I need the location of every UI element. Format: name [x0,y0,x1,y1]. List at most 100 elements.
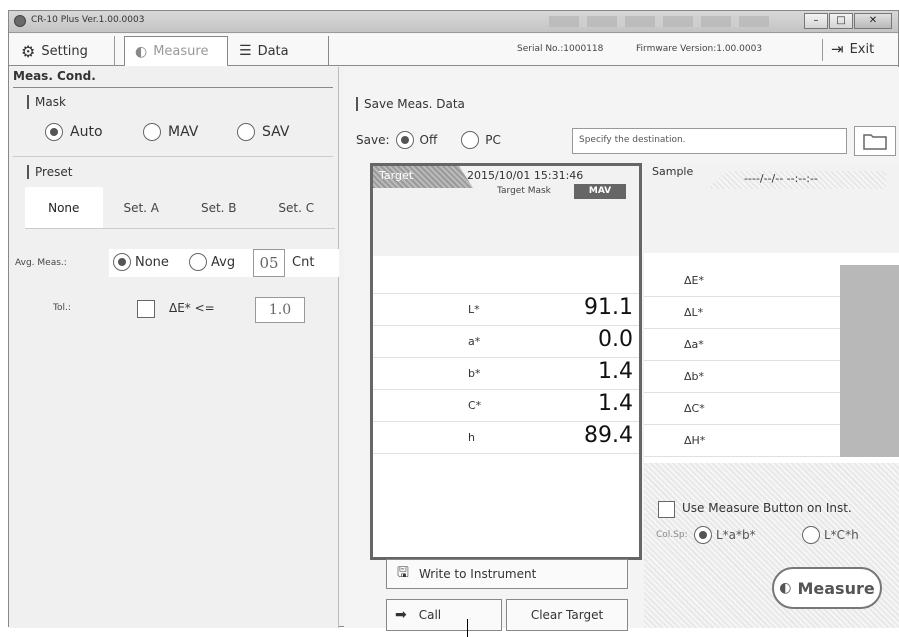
avg-avg-option[interactable]: Avg [189,253,235,271]
target-row-a: a* 0.0 [373,326,639,358]
destination-input[interactable]: Specify the destination. [572,128,847,154]
target-row-h: h 89.4 [373,422,639,454]
sample-row: ΔE* [644,265,899,297]
write-label: Write to Instrument [418,567,537,581]
radio-col-sp-lch[interactable] [802,526,820,544]
save-meas-title: Save Meas. Data [356,97,465,111]
sample-value-cell [840,393,899,425]
title-bar: CR-10 Plus Ver.1.00.0003 – □ ✕ [9,11,898,33]
tab-measure-label: Measure [153,44,209,59]
target-datetime: 2015/10/01 15:31:46 [467,169,584,182]
measure-icon: ◐ [779,580,792,596]
preset-tabs: None Set. A Set. B Set. C [25,187,335,229]
radio-save-pc[interactable] [461,131,480,149]
target-row-value: 1.4 [598,391,633,416]
mask-title: Mask [27,95,66,109]
avg-none-option[interactable]: None [113,253,169,271]
col-sp-lab-option[interactable]: L*a*b* [694,526,756,544]
measurement-area: Save Meas. Data Save: Off PC Specify the… [344,67,899,631]
mask-mav-label: MAV [168,124,199,140]
target-row-label: h [468,431,475,444]
arrow-right-icon: ➡ [395,607,407,623]
col-sp-lab-label: L*a*b* [716,528,756,542]
list-icon: ☰ [239,43,252,59]
folder-icon [863,134,887,150]
tol-label: Tol.: [53,303,71,313]
use-measure-button-checkbox[interactable] [658,501,675,518]
radio-avg-none[interactable] [113,253,131,271]
exit-button[interactable]: ⇥ Exit [831,40,874,58]
close-button[interactable]: ✕ [854,13,892,29]
radio-sav[interactable] [237,123,255,141]
sample-row: ΔL* [644,297,899,329]
radio-auto[interactable] [45,123,63,141]
meas-cond-title: Meas. Cond. [13,69,96,83]
avg-meas-row: Avg. Meas.: None Avg 05 Cnt [9,243,339,283]
mask-option-sav[interactable]: SAV [237,123,289,141]
col-sp-lch-label: L*C*h [824,528,859,542]
window-title: CR-10 Plus Ver.1.00.0003 [31,15,145,25]
target-tag: Target [373,166,473,188]
radio-mav[interactable] [143,123,161,141]
preset-tab-set-a[interactable]: Set. A [103,187,181,228]
write-to-instrument-button[interactable]: 🖫 Write to Instrument [386,559,628,589]
toolbar-divider [822,39,823,61]
clear-target-label: Clear Target [530,608,604,622]
minimize-button[interactable]: – [804,13,828,29]
tab-data[interactable]: ☰ Data [229,36,329,66]
sample-value-cell [840,425,899,457]
target-row-label: a* [468,335,481,348]
radio-save-off[interactable] [395,131,414,149]
mask-option-mav[interactable]: MAV [143,123,198,141]
sample-value-cell [840,297,899,329]
avg-count-input[interactable]: 05 [253,249,285,277]
call-label: Call [418,608,442,622]
target-row-value: 0.0 [598,327,633,352]
target-row-value: 89.4 [584,423,633,448]
exit-icon: ⇥ [831,40,844,58]
mask-auto-label: Auto [70,124,103,140]
tol-checkbox[interactable] [137,300,155,318]
tab-setting[interactable]: ⚙ Setting [11,36,115,66]
preset-tab-none[interactable]: None [25,187,103,228]
mask-sav-label: SAV [262,124,290,140]
browse-folder-button[interactable] [854,126,896,156]
sample-row-label: ΔH* [684,434,706,447]
maximize-button[interactable]: □ [829,13,853,29]
measure-button[interactable]: ◐ Measure [772,567,882,609]
target-mask-badge: MAV [574,184,626,199]
measure-label: Measure [797,578,875,598]
sample-row: ΔH* [644,425,899,457]
clear-target-button[interactable]: Clear Target [506,599,628,631]
target-row-value: 1.4 [598,359,633,384]
sample-row-label: ΔE* [684,274,704,287]
sample-value-cell [840,329,899,361]
preset-tab-set-c[interactable]: Set. C [258,187,336,228]
sample-row-label: ΔL* [684,306,704,319]
sample-value-cell [840,361,899,393]
exit-label: Exit [849,41,875,57]
avg-meas-label: Avg. Meas.: [15,258,67,268]
col-sp-lch-option[interactable]: L*C*h [802,526,859,544]
save-pc-label: PC [485,133,501,147]
mask-option-auto[interactable]: Auto [45,123,103,141]
target-row-label: L* [468,303,480,316]
save-off-label: Off [419,133,438,147]
target-mask-label: Target Mask [497,186,551,196]
sample-panel: Sample ----/--/-- --:--:-- ΔE* ΔL* Δa* Δ… [644,163,899,463]
col-sp-label: Col.Sp: [656,530,688,540]
sample-header: Sample ----/--/-- --:--:-- [644,163,899,253]
radio-col-sp-lab[interactable] [694,526,712,544]
preset-tab-set-b[interactable]: Set. B [180,187,258,228]
tol-value-input[interactable]: 1.0 [255,297,305,323]
divider [13,156,333,157]
save-disk-icon: 🖫 [397,565,409,581]
main-toolbar: ⚙ Setting ◐ Measure ☰ Data Serial No.:10… [9,34,898,66]
radio-avg-avg[interactable] [189,253,207,271]
sample-row-label: Δb* [684,370,705,383]
tab-measure[interactable]: ◐ Measure [124,36,228,66]
app-icon [14,15,26,27]
call-button[interactable]: ➡ Call [386,599,502,631]
gear-icon: ⚙ [21,41,36,61]
divider [13,87,333,88]
